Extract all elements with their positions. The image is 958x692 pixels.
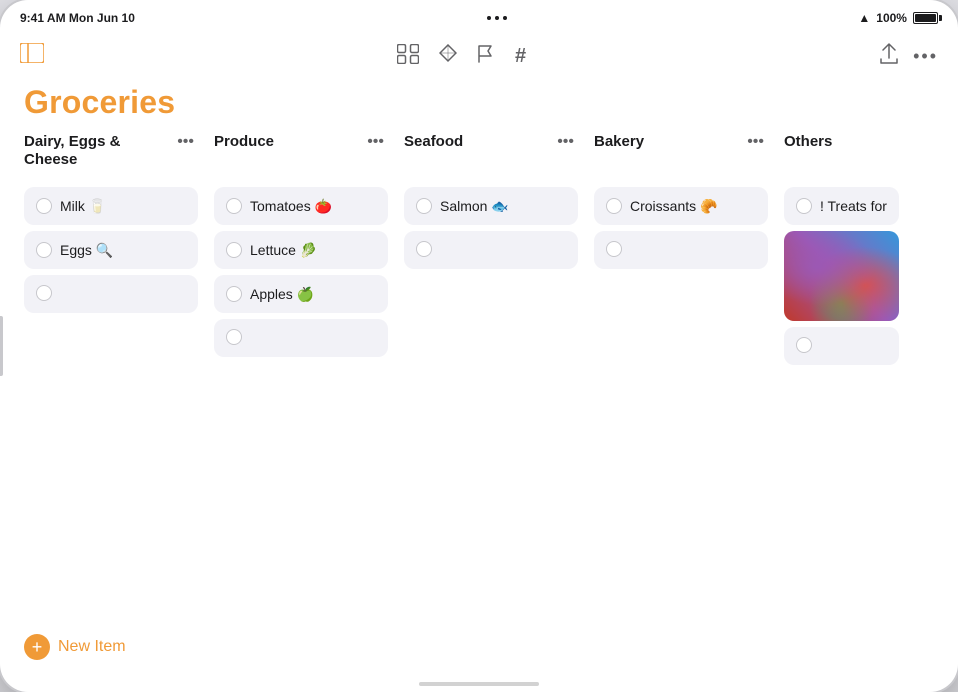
dot-2	[495, 16, 499, 20]
list-item-empty[interactable]	[24, 275, 198, 313]
home-indicator	[419, 682, 539, 686]
item-radio[interactable]	[36, 198, 52, 214]
dot-3	[503, 16, 507, 20]
battery-icon	[913, 12, 938, 24]
item-radio[interactable]	[226, 242, 242, 258]
item-label: Salmon 🐟	[440, 198, 566, 215]
column-header-seafood: Seafood •••	[404, 133, 578, 177]
columns-container: Dairy, Eggs &Cheese ••• Milk 🥛 Eggs 🔍 Pr…	[0, 133, 958, 371]
more-icon[interactable]: •••	[913, 46, 938, 67]
item-radio[interactable]	[606, 241, 622, 257]
list-item[interactable]: Apples 🍏	[214, 275, 388, 313]
footer: + New Item	[0, 622, 958, 672]
column-more-dairy[interactable]: •••	[173, 133, 198, 153]
item-label: Apples 🍏	[250, 286, 376, 303]
battery-percent: 100%	[876, 11, 907, 25]
column-more-bakery[interactable]: •••	[743, 133, 768, 153]
sidebar-edge	[0, 316, 3, 376]
dot-1	[487, 16, 491, 20]
column-header-bakery: Bakery •••	[594, 133, 768, 177]
list-item[interactable]: Milk 🥛	[24, 187, 198, 225]
list-item[interactable]: Lettuce 🥬	[214, 231, 388, 269]
item-label: Lettuce 🥬	[250, 242, 376, 259]
item-label: Eggs 🔍	[60, 242, 186, 259]
item-radio[interactable]	[226, 329, 242, 345]
item-label: Croissants 🥐	[630, 198, 756, 215]
item-radio[interactable]	[36, 285, 52, 301]
status-bar: 9:41 AM Mon Jun 10 ▲ 100%	[0, 0, 958, 32]
item-radio[interactable]	[226, 198, 242, 214]
flag-icon[interactable]	[477, 44, 495, 69]
toolbar-center: #	[397, 44, 526, 69]
tag-icon[interactable]: #	[515, 45, 526, 68]
item-label: ! Treats for	[820, 198, 887, 214]
toolbar-left	[20, 43, 44, 69]
column-more-produce[interactable]: •••	[363, 133, 388, 153]
sidebar-toggle-icon[interactable]	[20, 43, 44, 69]
column-title-produce: Produce	[214, 133, 363, 151]
item-radio[interactable]	[226, 286, 242, 302]
list-item[interactable]: Eggs 🔍	[24, 231, 198, 269]
wifi-icon: ▲	[858, 11, 870, 25]
share-icon[interactable]	[879, 43, 899, 70]
column-header-dairy: Dairy, Eggs &Cheese •••	[24, 133, 198, 177]
list-item-empty[interactable]	[784, 327, 899, 365]
page-title: Groceries	[24, 84, 934, 121]
ipad-frame: 9:41 AM Mon Jun 10 ▲ 100%	[0, 0, 958, 692]
column-title-others: Others	[784, 133, 899, 151]
new-item-plus-icon: +	[24, 634, 50, 660]
list-item[interactable]: Tomatoes 🍅	[214, 187, 388, 225]
column-dairy: Dairy, Eggs &Cheese ••• Milk 🥛 Eggs 🔍	[16, 133, 206, 371]
column-title-seafood: Seafood	[404, 133, 553, 151]
column-title-dairy: Dairy, Eggs &Cheese	[24, 133, 173, 169]
page-header: Groceries	[0, 80, 958, 133]
status-right: ▲ 100%	[858, 11, 938, 25]
column-produce: Produce ••• Tomatoes 🍅 Lettuce 🥬 Apples …	[206, 133, 396, 371]
item-radio[interactable]	[416, 198, 432, 214]
list-item[interactable]: ! Treats for	[784, 187, 899, 225]
grid-icon[interactable]	[397, 44, 419, 69]
list-item[interactable]: Croissants 🥐	[594, 187, 768, 225]
toolbar-right: •••	[879, 43, 938, 70]
battery-fill	[915, 14, 936, 22]
list-item[interactable]: Salmon 🐟	[404, 187, 578, 225]
item-radio[interactable]	[796, 337, 812, 353]
status-time: 9:41 AM Mon Jun 10	[20, 11, 135, 25]
item-label: Milk 🥛	[60, 198, 186, 215]
column-seafood: Seafood ••• Salmon 🐟	[396, 133, 586, 371]
new-item-label: New Item	[58, 638, 126, 656]
location-icon[interactable]	[439, 44, 457, 69]
item-label: Tomatoes 🍅	[250, 198, 376, 215]
others-image-inner	[784, 231, 899, 321]
toolbar: # •••	[0, 32, 958, 80]
item-radio[interactable]	[606, 198, 622, 214]
list-item-empty[interactable]	[214, 319, 388, 357]
item-radio[interactable]	[416, 241, 432, 257]
list-item-empty[interactable]	[404, 231, 578, 269]
others-image	[784, 231, 899, 321]
column-title-bakery: Bakery	[594, 133, 743, 151]
column-bakery: Bakery ••• Croissants 🥐	[586, 133, 776, 371]
item-radio[interactable]	[796, 198, 812, 214]
status-dots	[487, 16, 507, 20]
column-header-produce: Produce •••	[214, 133, 388, 177]
item-radio[interactable]	[36, 242, 52, 258]
column-header-others: Others	[784, 133, 899, 177]
column-more-seafood[interactable]: •••	[553, 133, 578, 153]
new-item-button[interactable]: + New Item	[24, 634, 126, 660]
list-item-empty[interactable]	[594, 231, 768, 269]
column-others: Others ! Treats for	[776, 133, 907, 371]
